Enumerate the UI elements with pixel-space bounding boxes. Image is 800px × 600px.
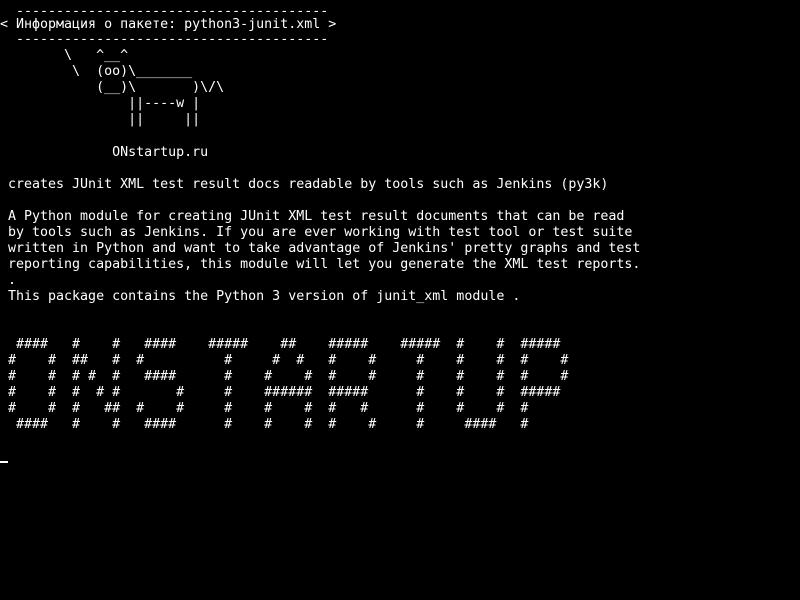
package-summary: creates JUnit XML test result docs reada… [0, 177, 609, 192]
banner-bottom-rule: --------------------------------------- [0, 32, 329, 47]
package-info-title: < Информация о пакете: python3-junit.xml… [0, 17, 337, 32]
terminal-screen[interactable]: --------------------------------------- … [0, 0, 800, 600]
text-cursor [0, 461, 8, 463]
cow-ascii-art: \ ^__^ \ (oo)\_______ (__)\ )\/\ ||----w… [64, 48, 225, 127]
ascii-banner-art: #### # # #### ##### ## ##### ##### # # #… [8, 337, 569, 432]
site-name: ONstartup.ru [0, 145, 209, 160]
package-description: A Python module for creating JUnit XML t… [8, 209, 641, 304]
